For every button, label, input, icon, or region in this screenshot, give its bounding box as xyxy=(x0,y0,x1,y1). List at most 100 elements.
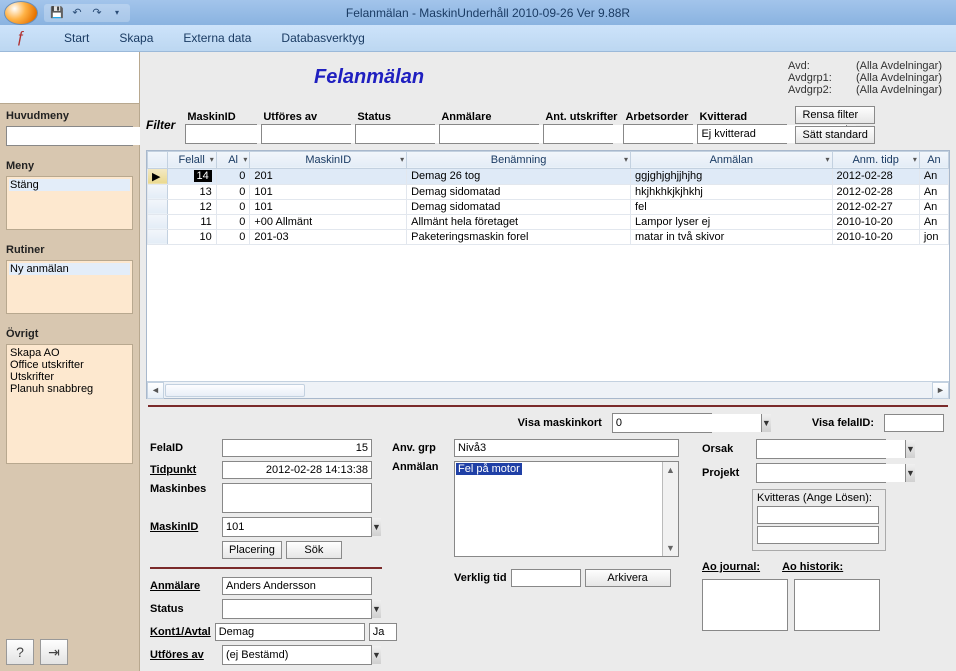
utfores-label[interactable]: Utföres av xyxy=(150,649,218,661)
office-orb-icon[interactable] xyxy=(4,1,38,25)
ovrigt-list[interactable]: Skapa AO Office utskrifter Utskrifter Pl… xyxy=(6,344,133,464)
kont1-field[interactable] xyxy=(215,623,365,641)
filter-kvitterad[interactable]: ▼ xyxy=(697,124,787,144)
huvudmeny-input[interactable] xyxy=(7,127,155,145)
tab-databasverktyg[interactable]: Databasverktyg xyxy=(281,31,364,45)
chevron-down-icon[interactable]: ▼ xyxy=(905,440,915,458)
cell-tidp[interactable]: 2012-02-28 xyxy=(832,184,919,199)
row-header[interactable] xyxy=(148,229,168,244)
ao-journal-link[interactable]: Ao journal: xyxy=(702,561,760,573)
filter-utfores[interactable]: ▼ xyxy=(261,124,351,144)
cell-anmalan[interactable]: matar in två skivor xyxy=(631,229,833,244)
row-header[interactable] xyxy=(148,214,168,229)
cell-an[interactable]: jon xyxy=(919,229,948,244)
cell-anmalan[interactable]: fel xyxy=(631,199,833,214)
ovrigt-item-office-utskrifter[interactable]: Office utskrifter xyxy=(9,359,130,371)
visa-felalid-input[interactable] xyxy=(884,414,944,432)
redo-icon[interactable]: ↷ xyxy=(88,5,106,21)
exit-icon[interactable]: ⇥ xyxy=(40,639,68,665)
cell-al[interactable]: 0 xyxy=(216,229,250,244)
table-row[interactable]: 110+00 AllmäntAllmänt hela företagetLamp… xyxy=(148,214,949,229)
scroll-left-icon[interactable]: ◄ xyxy=(147,382,164,399)
cell-maskinid[interactable]: 101 xyxy=(250,184,407,199)
felaid-field[interactable] xyxy=(222,439,372,457)
grid-h-scrollbar[interactable]: ◄ ► xyxy=(147,381,949,398)
cell-anmalan[interactable]: Lampor lyser ej xyxy=(631,214,833,229)
filter-arbetsorder[interactable]: ▼ xyxy=(623,124,693,144)
tab-externa[interactable]: Externa data xyxy=(183,31,251,45)
status-combo[interactable]: ▼ xyxy=(222,599,372,619)
tab-start[interactable]: Start xyxy=(64,31,89,45)
cell-maskinid[interactable]: +00 Allmänt xyxy=(250,214,407,229)
col-benamning[interactable]: Benämning▾ xyxy=(407,151,631,168)
visa-maskinkort-combo[interactable]: ▼ xyxy=(612,413,712,433)
meny-item-stang[interactable]: Stäng xyxy=(9,179,130,191)
cell-tidp[interactable]: 2012-02-27 xyxy=(832,199,919,214)
col-anmalan[interactable]: Anmälan▾ xyxy=(631,151,833,168)
maskinid-combo[interactable]: ▼ xyxy=(222,517,372,537)
btn-satt-standard[interactable]: Sätt standard xyxy=(795,126,874,144)
qat-dropdown-icon[interactable]: ▾ xyxy=(108,5,126,21)
table-row[interactable]: 130101Demag sidomatadhkjhkhkjkjhkhj2012-… xyxy=(148,184,949,199)
ao-journal-box[interactable] xyxy=(702,579,788,631)
cell-felall[interactable]: 12 xyxy=(167,199,216,214)
tidpunkt-label[interactable]: Tidpunkt xyxy=(150,464,218,476)
cell-tidp[interactable]: 2010-10-20 xyxy=(832,214,919,229)
cell-an[interactable]: An xyxy=(919,214,948,229)
cell-al[interactable]: 0 xyxy=(216,214,250,229)
filter-antut[interactable]: ▼ xyxy=(543,124,613,144)
btn-rensa-filter[interactable]: Rensa filter xyxy=(795,106,874,124)
tab-skapa[interactable]: Skapa xyxy=(119,31,153,45)
chevron-down-icon[interactable]: ▼ xyxy=(761,414,771,432)
cell-felall[interactable]: 10 xyxy=(167,229,216,244)
verklig-field[interactable] xyxy=(511,569,581,587)
anvgrp-field[interactable] xyxy=(454,439,679,457)
maskinid-label[interactable]: MaskinID xyxy=(150,521,218,533)
textarea-scrollbar[interactable]: ▲▼ xyxy=(662,462,678,556)
cell-anmalan[interactable]: ggjghjghjjhjhg xyxy=(631,168,833,184)
table-row[interactable]: 120101Demag sidomatadfel2012-02-27An xyxy=(148,199,949,214)
rutiner-item-ny-anmalan[interactable]: Ny anmälan xyxy=(9,263,130,275)
col-al[interactable]: Al▾ xyxy=(216,151,250,168)
help-icon[interactable]: ? xyxy=(6,639,34,665)
col-an[interactable]: An xyxy=(919,151,948,168)
undo-icon[interactable]: ↶ xyxy=(68,5,86,21)
utfores-combo[interactable]: ▼ xyxy=(222,645,372,665)
chevron-down-icon[interactable]: ▼ xyxy=(371,600,381,618)
cell-al[interactable]: 0 xyxy=(216,168,250,184)
chevron-down-icon[interactable]: ▼ xyxy=(371,518,381,536)
cell-an[interactable]: An xyxy=(919,168,948,184)
row-header[interactable]: ▶ xyxy=(148,168,168,184)
ovrigt-item-skapa-ao[interactable]: Skapa AO xyxy=(9,347,130,359)
projekt-combo[interactable]: ▼ xyxy=(756,463,886,483)
col-anm-tidp[interactable]: Anm. tidp▾ xyxy=(832,151,919,168)
tidpunkt-field[interactable] xyxy=(222,461,372,479)
cell-felall[interactable]: 14 xyxy=(167,168,216,184)
btn-placering[interactable]: Placering xyxy=(222,541,282,559)
row-header[interactable] xyxy=(148,184,168,199)
ao-historik-box[interactable] xyxy=(794,579,880,631)
row-header[interactable] xyxy=(148,199,168,214)
anmalan-textarea[interactable]: Fel på motor ▲▼ xyxy=(454,461,679,557)
cell-benamning[interactable]: Paketeringsmaskin forel xyxy=(407,229,631,244)
table-row[interactable]: ▶140201Demag 26 togggjghjghjjhjhg2012-02… xyxy=(148,168,949,184)
filter-anmalare[interactable]: ▼ xyxy=(439,124,539,144)
scroll-up-icon[interactable]: ▲ xyxy=(663,462,678,478)
kvitteras-field-2[interactable] xyxy=(757,526,879,544)
chevron-down-icon[interactable]: ▼ xyxy=(371,646,381,664)
scroll-right-icon[interactable]: ► xyxy=(932,382,949,399)
cell-al[interactable]: 0 xyxy=(216,199,250,214)
btn-sok[interactable]: Sök xyxy=(286,541,342,559)
cell-an[interactable]: An xyxy=(919,199,948,214)
app-icon[interactable]: ƒ xyxy=(8,27,34,49)
cell-maskinid[interactable]: 201 xyxy=(250,168,407,184)
ovrigt-item-utskrifter[interactable]: Utskrifter xyxy=(9,371,130,383)
orsak-combo[interactable]: ▼ xyxy=(756,439,886,459)
ovrigt-item-planuh[interactable]: Planuh snabbreg xyxy=(9,383,130,395)
cell-tidp[interactable]: 2012-02-28 xyxy=(832,168,919,184)
cell-felall[interactable]: 11 xyxy=(167,214,216,229)
kvitteras-field-1[interactable] xyxy=(757,506,879,524)
table-row[interactable]: 100201-03Paketeringsmaskin forelmatar in… xyxy=(148,229,949,244)
meny-list[interactable]: Stäng xyxy=(6,176,133,230)
save-icon[interactable]: 💾 xyxy=(48,5,66,21)
